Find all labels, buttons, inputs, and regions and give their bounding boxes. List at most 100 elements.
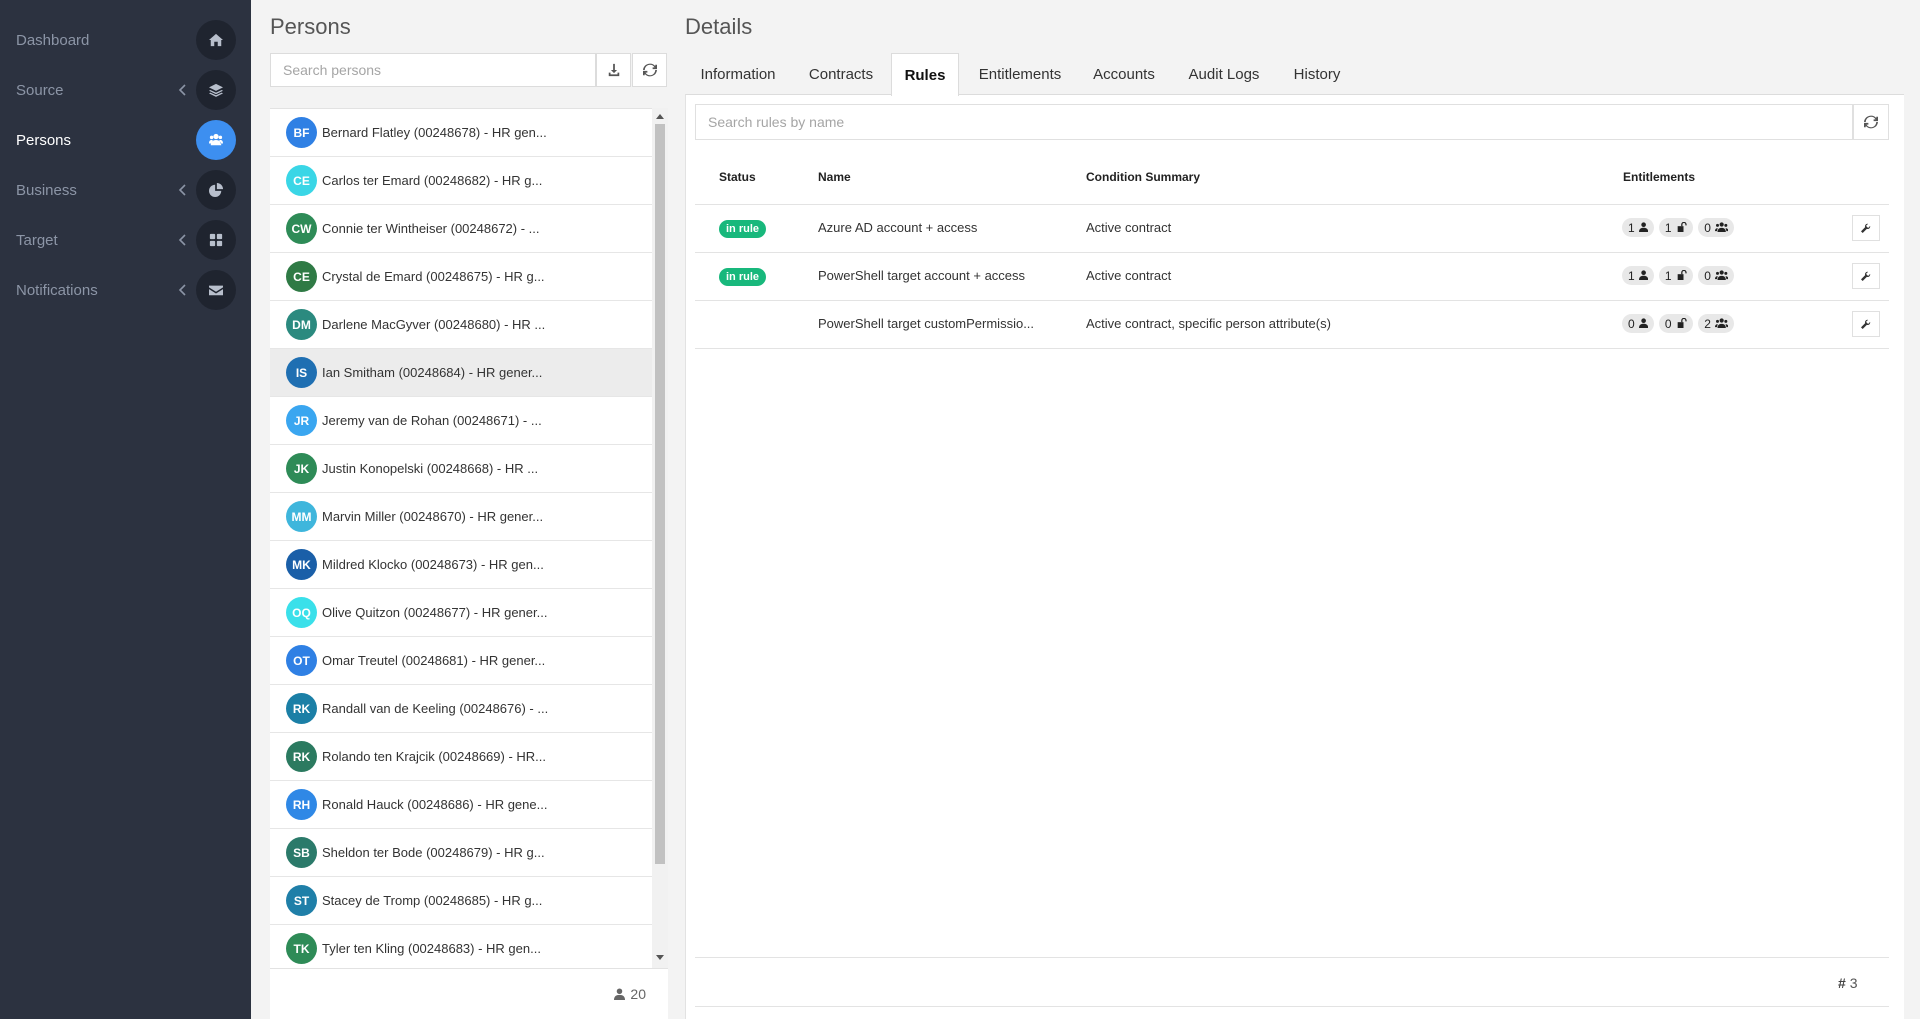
entitlement-counts: 0 0 2 — [1622, 314, 1735, 333]
person-list-item[interactable]: TK Tyler ten Kling (00248683) - HR gen... — [270, 925, 652, 968]
person-name: Olive Quitzon (00248677) - HR gener... — [322, 605, 548, 620]
avatar: BF — [286, 117, 317, 148]
sidebar-item-notifications[interactable]: Notifications — [0, 265, 251, 315]
column-header-entitlements: Entitlements — [1623, 170, 1696, 184]
groups-count: 2 — [1704, 316, 1711, 331]
sidebar-item-target[interactable]: Target — [0, 215, 251, 265]
person-name: Stacey de Tromp (00248685) - HR g... — [322, 893, 543, 908]
tab-contracts[interactable]: Contracts — [793, 53, 889, 95]
scroll-up-arrow[interactable] — [656, 114, 664, 119]
person-list-item[interactable]: CE Carlos ter Emard (00248682) - HR g... — [270, 157, 652, 205]
sidebar-item-label: Dashboard — [16, 31, 90, 49]
person-list: BF Bernard Flatley (00248678) - HR gen...… — [270, 108, 652, 968]
groups-count-badge: 0 — [1698, 218, 1735, 237]
grid-icon — [196, 220, 236, 260]
person-list-item[interactable]: BF Bernard Flatley (00248678) - HR gen... — [270, 109, 652, 157]
person-name: Omar Treutel (00248681) - HR gener... — [322, 653, 546, 668]
sidebar-item-label: Persons — [16, 131, 72, 149]
person-list-item[interactable]: CW Connie ter Wintheiser (00248672) - ... — [270, 205, 652, 253]
scroll-thumb[interactable] — [655, 124, 665, 864]
person-list-item[interactable]: SB Sheldon ter Bode (00248679) - HR g... — [270, 829, 652, 877]
group-icon — [1714, 221, 1729, 235]
permissions-count: 0 — [1664, 316, 1672, 331]
group-icon — [1714, 269, 1729, 283]
person-name: Justin Konopelski (00248668) - HR ... — [322, 461, 539, 476]
permissions-count: 1 — [1664, 268, 1672, 283]
person-list-scrollbar[interactable] — [652, 108, 668, 968]
person-list-item[interactable]: JR Jeremy van de Rohan (00248671) - ... — [270, 397, 652, 445]
rules-search-input[interactable] — [695, 104, 1853, 140]
persons-title: Persons — [270, 14, 351, 39]
groups-count: 0 — [1704, 220, 1711, 235]
user-icon — [1638, 221, 1648, 235]
refresh-icon — [1864, 115, 1878, 129]
person-list-item[interactable]: CE Crystal de Emard (00248675) - HR g... — [270, 253, 652, 301]
person-list-item[interactable]: MK Mildred Klocko (00248673) - HR gen... — [270, 541, 652, 589]
person-name: Connie ter Wintheiser (00248672) - ... — [322, 221, 540, 236]
person-list-item[interactable]: RK Randall van de Keeling (00248676) - ..… — [270, 685, 652, 733]
edit-rule-button[interactable] — [1852, 263, 1880, 289]
edit-rule-button[interactable] — [1852, 215, 1880, 241]
sidebar-item-label: Target — [16, 231, 58, 249]
tab-information[interactable]: Information — [685, 53, 791, 95]
person-list-item[interactable]: RH Ronald Hauck (00248686) - HR gene... — [270, 781, 652, 829]
avatar: OT — [286, 645, 317, 676]
avatar: CW — [286, 213, 317, 244]
persons-refresh-button[interactable] — [632, 53, 667, 87]
table-row[interactable]: in rule Azure AD account + access Active c… — [695, 204, 1889, 251]
sidebar-item-source[interactable]: Source — [0, 65, 251, 115]
person-name: Tyler ten Kling (00248683) - HR gen... — [322, 941, 541, 956]
person-name: Bernard Flatley (00248678) - HR gen... — [322, 125, 547, 140]
sidebar: Dashboard Source Persons Business Target Noti… — [0, 0, 251, 1019]
person-name: Sheldon ter Bode (00248679) - HR g... — [322, 845, 545, 860]
chevron-left-icon[interactable] — [176, 283, 190, 297]
sidebar-item-dashboard[interactable]: Dashboard — [0, 15, 251, 65]
avatar: MM — [286, 501, 317, 532]
tab-audit-logs[interactable]: Audit Logs — [1169, 53, 1279, 95]
person-name: Darlene MacGyver (00248680) - HR ... — [322, 317, 546, 332]
sidebar-item-label: Business — [16, 181, 77, 199]
refresh-icon — [642, 63, 657, 77]
wrench-icon — [1861, 319, 1871, 329]
rule-name: Azure AD account + access — [818, 220, 978, 235]
avatar: JR — [286, 405, 317, 436]
hash-icon: # — [1838, 975, 1846, 991]
chevron-left-icon[interactable] — [176, 83, 190, 97]
person-list-item[interactable]: IS Ian Smitham (00248684) - HR gener... — [270, 349, 652, 397]
avatar: CE — [286, 165, 317, 196]
table-row[interactable]: in rule PowerShell target account + acces… — [695, 252, 1889, 299]
person-list-item[interactable]: RK Rolando ten Krajcik (00248669) - HR... — [270, 733, 652, 781]
download-button[interactable] — [596, 53, 631, 87]
persons-count: 20 — [614, 986, 646, 1002]
person-list-item[interactable]: OT Omar Treutel (00248681) - HR gener... — [270, 637, 652, 685]
avatar: OQ — [286, 597, 317, 628]
rules-footer-divider — [695, 957, 1889, 958]
permissions-count: 1 — [1664, 220, 1672, 235]
sidebar-item-persons[interactable]: Persons — [0, 115, 251, 165]
rule-condition: Active contract — [1086, 220, 1172, 235]
chevron-left-icon[interactable] — [176, 183, 190, 197]
person-list-item[interactable]: MM Marvin Miller (00248670) - HR gener... — [270, 493, 652, 541]
persons-count-value: 20 — [630, 986, 646, 1002]
edit-rule-button[interactable] — [1852, 311, 1880, 337]
avatar: SB — [286, 837, 317, 868]
person-list-item[interactable]: JK Justin Konopelski (00248668) - HR ... — [270, 445, 652, 493]
sidebar-item-business[interactable]: Business — [0, 165, 251, 215]
table-row[interactable]: PowerShell target customPermissio... Acti… — [695, 300, 1889, 347]
tab-history[interactable]: History — [1281, 53, 1353, 95]
person-list-item[interactable]: OQ Olive Quitzon (00248677) - HR gener... — [270, 589, 652, 637]
tab-entitlements[interactable]: Entitlements — [961, 53, 1079, 95]
chevron-left-icon[interactable] — [176, 233, 190, 247]
scroll-down-arrow[interactable] — [656, 955, 664, 960]
permissions-count-badge: 1 — [1658, 218, 1694, 237]
persons-search-input[interactable] — [270, 53, 596, 87]
rules-refresh-button[interactable] — [1853, 104, 1889, 140]
person-name: Marvin Miller (00248670) - HR gener... — [322, 509, 544, 524]
tab-accounts[interactable]: Accounts — [1081, 53, 1167, 95]
person-list-item[interactable]: ST Stacey de Tromp (00248685) - HR g... — [270, 877, 652, 925]
wrench-icon — [1861, 271, 1871, 281]
tab-rules[interactable]: Rules — [891, 53, 959, 96]
accounts-count: 0 — [1628, 316, 1635, 331]
person-list-item[interactable]: DM Darlene MacGyver (00248680) - HR ... — [270, 301, 652, 349]
person-name: Carlos ter Emard (00248682) - HR g... — [322, 173, 543, 188]
